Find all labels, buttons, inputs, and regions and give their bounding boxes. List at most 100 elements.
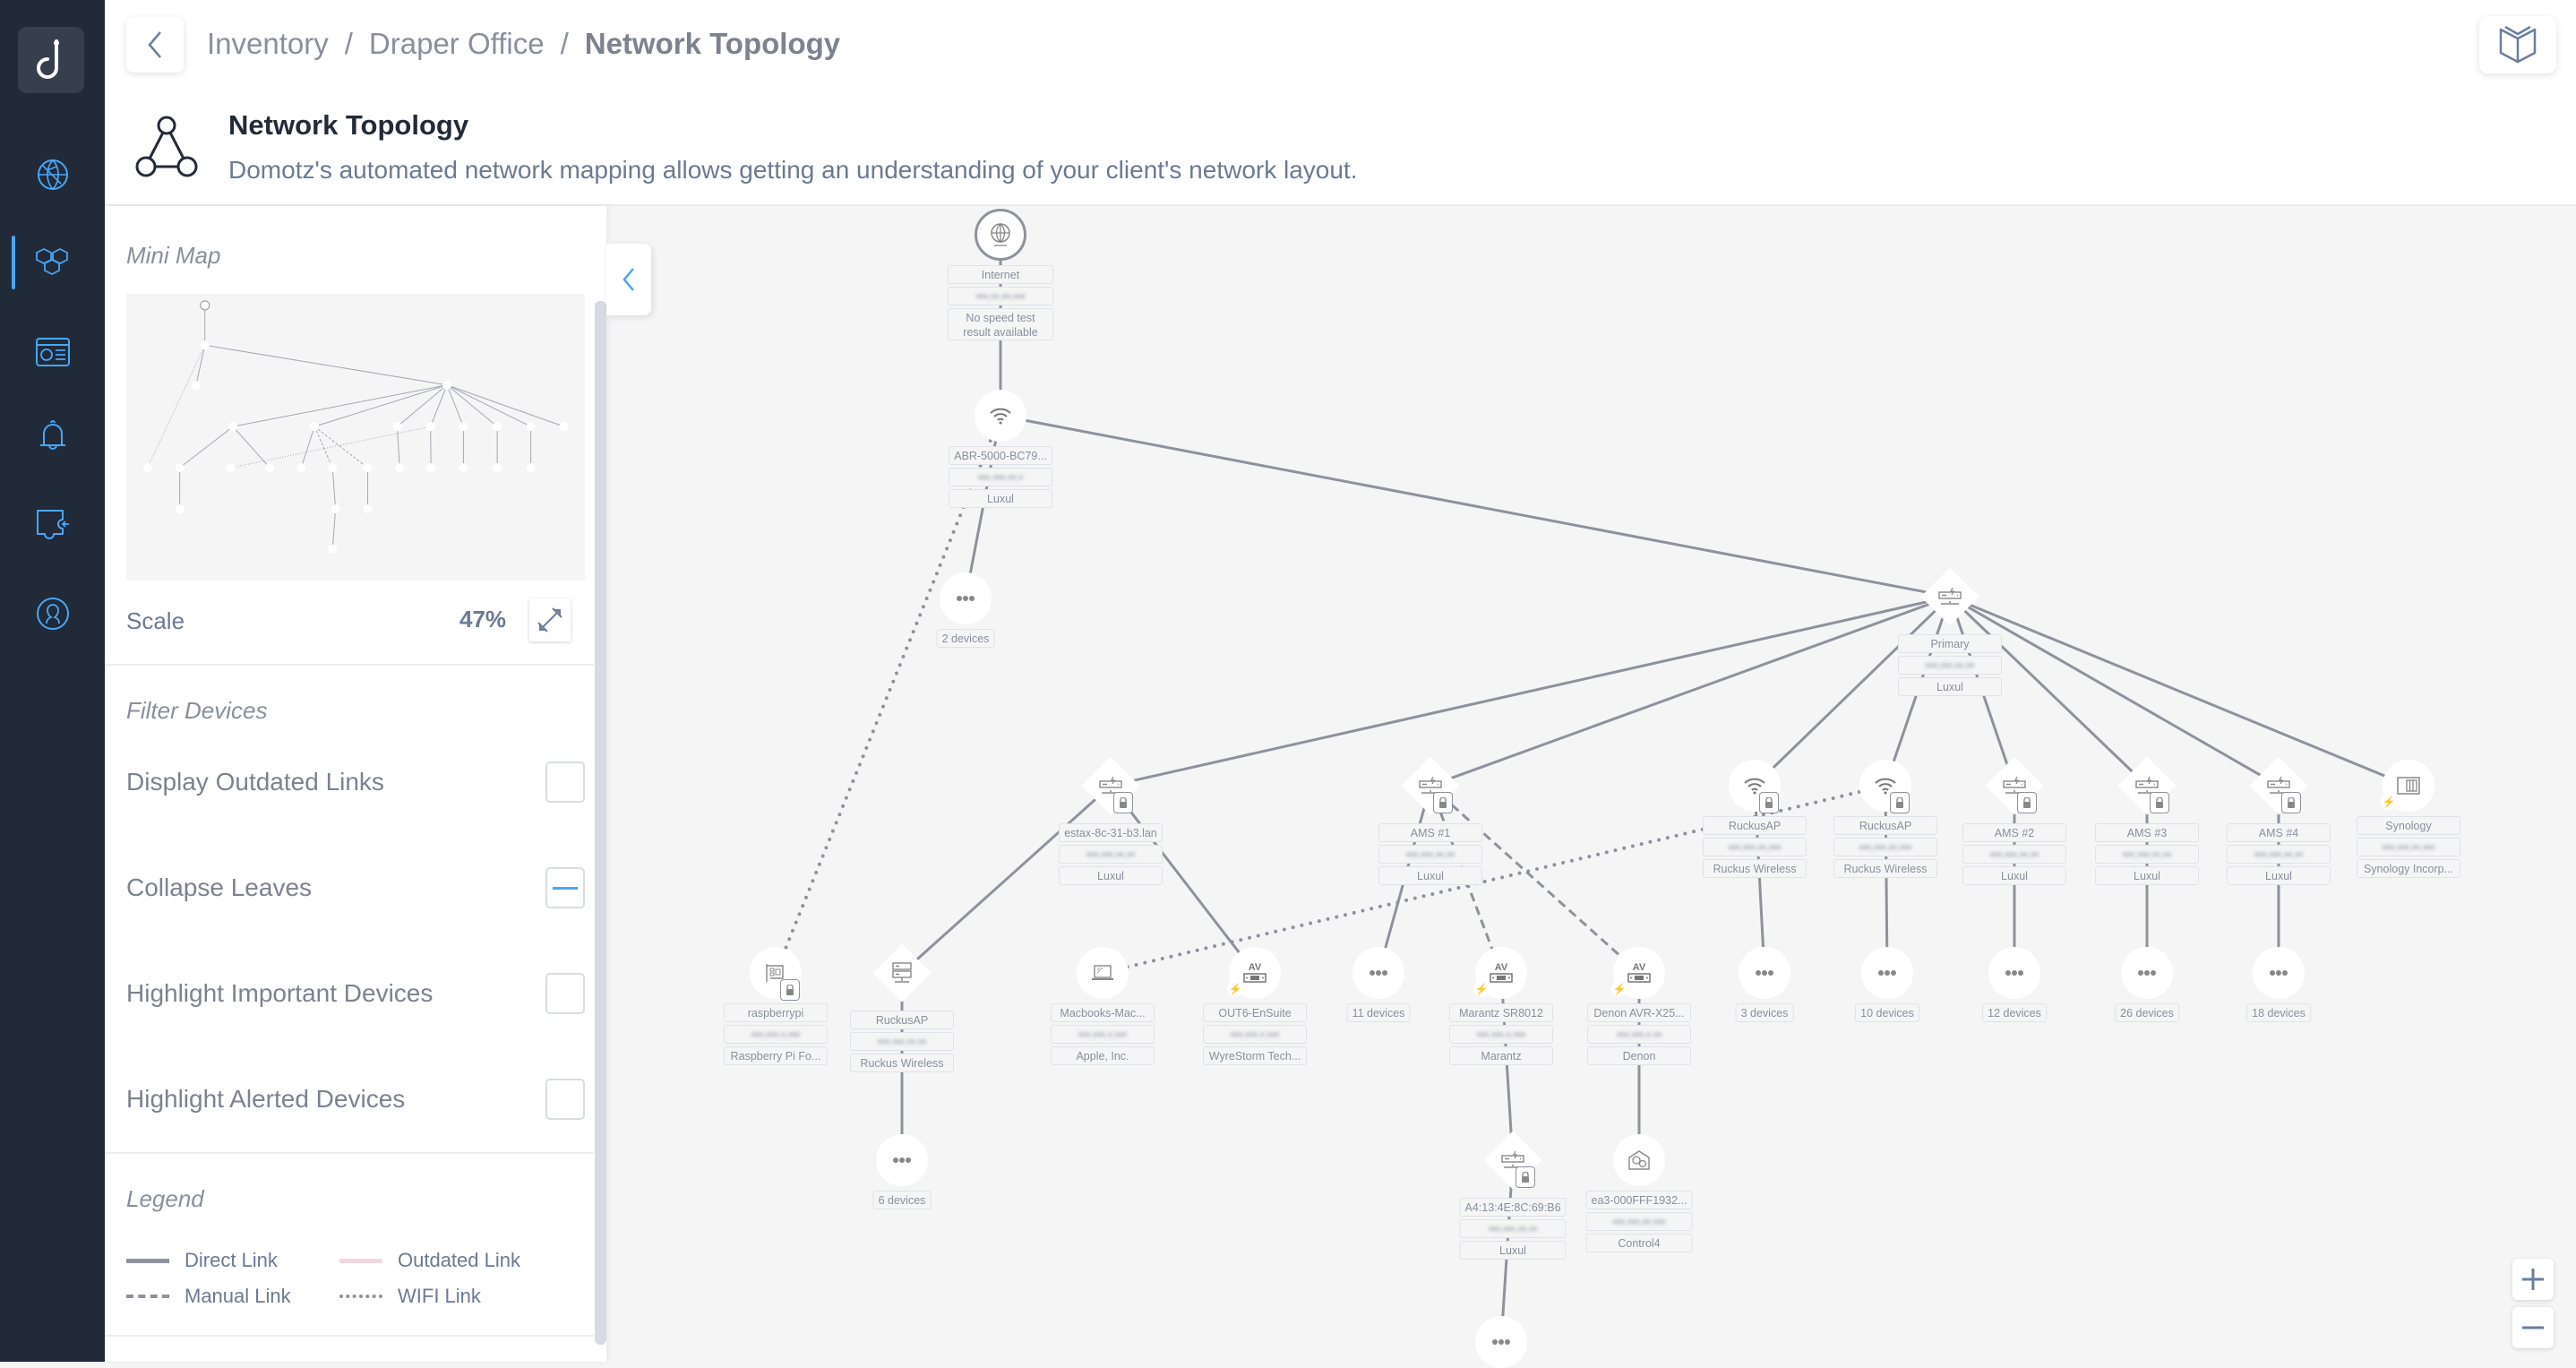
svg-text:AV: AV xyxy=(1633,962,1646,973)
device-ip: •••.•••.••.•• xyxy=(1459,1219,1567,1238)
highlight-important-checkbox[interactable] xyxy=(545,973,585,1014)
display-outdated-links-checkbox[interactable] xyxy=(545,761,585,803)
lock-icon xyxy=(2281,792,2301,813)
device-node-marantz[interactable]: AV ⚡ xyxy=(1473,947,1527,999)
device-node-synology[interactable]: ⚡ xyxy=(2381,760,2434,812)
filter-collapse-leaves[interactable]: Collapse Leaves xyxy=(126,865,585,910)
device-node-estax[interactable] xyxy=(1090,765,1133,813)
lock-icon xyxy=(1113,792,1133,813)
device-group-count: 3 devices xyxy=(1735,1003,1794,1022)
minimap-link xyxy=(179,426,234,469)
device-name: OUT6-EnSuite xyxy=(1203,1003,1307,1022)
device-node-ea3[interactable] xyxy=(1613,1134,1665,1186)
minimap-link xyxy=(430,426,432,469)
filter-label: Highlight Alerted Devices xyxy=(126,1085,406,1113)
av-receiver-icon: AV xyxy=(1241,960,1268,985)
lock-icon xyxy=(1516,1166,1535,1188)
highlight-alerted-checkbox[interactable] xyxy=(545,1079,585,1120)
device-node-g18[interactable] xyxy=(2253,947,2305,999)
outdated-link-swatch xyxy=(339,1258,382,1263)
minimap-link xyxy=(397,384,448,427)
device-vendor: Apple, Inc. xyxy=(1051,1046,1155,1065)
device-ip: •••.•••.••.•• xyxy=(1898,656,2002,675)
device-node-rpi[interactable] xyxy=(750,947,802,1001)
device-node-g6[interactable] xyxy=(876,1134,928,1186)
device-vendor: Luxul xyxy=(1059,866,1163,885)
panel-scrollbar[interactable] xyxy=(595,301,606,1345)
device-node-primary[interactable] xyxy=(1929,576,1971,617)
device-vendor: Denon xyxy=(1587,1046,1691,1065)
zoom-in-button[interactable] xyxy=(2512,1259,2554,1300)
minimap-link xyxy=(204,344,448,386)
collapse-panel-button[interactable] xyxy=(606,244,651,315)
filter-highlight-alerted[interactable]: Highlight Alerted Devices xyxy=(126,1077,585,1122)
expand-arrows-icon xyxy=(537,607,562,632)
device-vendor: Control4 xyxy=(1585,1234,1693,1252)
legend-title: Legend xyxy=(126,1185,204,1212)
device-node-a4[interactable] xyxy=(1492,1140,1535,1188)
minimap-node xyxy=(559,422,569,432)
device-node-g26[interactable] xyxy=(2121,947,2173,999)
minimap-node xyxy=(426,463,436,473)
filter-highlight-important[interactable]: Highlight Important Devices xyxy=(126,971,585,1016)
device-ip: •••.•••.••.••• xyxy=(1703,838,1807,856)
svg-text:AV: AV xyxy=(1495,962,1508,973)
link-direct-primary-estax xyxy=(1110,595,1951,787)
device-node-denon[interactable]: AV ⚡ xyxy=(1611,947,1665,999)
device-ip: •••.•••.••.•• xyxy=(1059,845,1163,864)
minimap-link xyxy=(232,426,270,469)
svg-text:AV: AV xyxy=(1249,962,1262,973)
device-node-ams2[interactable] xyxy=(1994,765,2037,813)
minimap-link xyxy=(331,509,337,549)
minimap-node xyxy=(328,544,338,554)
device-name: RuckusAP xyxy=(850,1011,954,1029)
device-name: RuckusAP xyxy=(1703,816,1807,835)
device-group-count: 11 devices xyxy=(1346,1003,1411,1022)
device-node-mac[interactable] xyxy=(1077,947,1129,999)
device-vendor: Luxul xyxy=(1378,866,1482,885)
minimap-node xyxy=(331,504,340,514)
av-receiver-icon: AV xyxy=(1488,960,1515,985)
device-node-ruckus1[interactable] xyxy=(1729,760,1781,813)
device-node-ruckus2[interactable] xyxy=(1859,760,1911,813)
device-node-g3[interactable] xyxy=(1739,947,1790,999)
device-node-g12[interactable] xyxy=(1988,947,2040,999)
device-name: ea3-000FFF1932... xyxy=(1585,1191,1693,1209)
divider xyxy=(105,664,594,666)
device-node-g11[interactable] xyxy=(1352,947,1404,999)
device-node-g10[interactable] xyxy=(1861,947,1913,999)
device-node-abr[interactable] xyxy=(975,390,1026,442)
lock-icon xyxy=(1759,792,1779,813)
fit-to-screen-button[interactable] xyxy=(529,598,571,641)
device-group-count: 6 devices xyxy=(872,1191,932,1209)
device-ip: •••.•••.••.•• xyxy=(2095,845,2199,864)
chevron-left-icon xyxy=(623,268,634,291)
device-node-ams3[interactable] xyxy=(2126,765,2169,813)
lock-icon xyxy=(1890,792,1910,813)
minimap-node xyxy=(493,463,502,473)
device-node-ams4[interactable] xyxy=(2258,765,2301,813)
device-labels: 6 devices xyxy=(872,1191,932,1209)
filter-display-outdated-links[interactable]: Display Outdated Links xyxy=(126,760,585,804)
legend-direct-link: Direct Link xyxy=(126,1249,278,1272)
device-node-gbottom[interactable] xyxy=(1475,1316,1527,1368)
minimap-node xyxy=(191,381,201,391)
collapse-leaves-checkbox[interactable] xyxy=(545,867,585,908)
device-node-internet[interactable] xyxy=(975,209,1026,261)
device-node-g2[interactable] xyxy=(940,572,992,624)
minimap[interactable] xyxy=(126,294,585,581)
legend-manual-link: Manual Link xyxy=(126,1285,291,1308)
device-labels: AMS #2 •••.•••.••.•• Luxul xyxy=(1962,823,2066,885)
device-node-out6[interactable]: AV ⚡ xyxy=(1227,947,1281,999)
device-labels: ea3-000FFF1932... •••.•••.••.••• Control4 xyxy=(1585,1191,1693,1252)
device-labels: 3 devices xyxy=(1735,1003,1794,1022)
device-ip: •••.•••.•.•• xyxy=(1587,1025,1691,1044)
device-labels: OUT6-EnSuite •••.•••.•.••• WyreStorm Tech.… xyxy=(1203,1003,1307,1065)
device-name: Denon AVR-X25... xyxy=(1587,1003,1691,1022)
device-node-ams1[interactable] xyxy=(1410,765,1453,813)
device-name: estax-8c-31-b3.lan xyxy=(1059,823,1163,842)
minimap-graph xyxy=(142,300,569,554)
zoom-out-button[interactable] xyxy=(2512,1307,2554,1348)
device-ip: •••.•••.••.•• xyxy=(1962,845,2066,864)
device-node-ruckus3[interactable] xyxy=(881,952,923,994)
